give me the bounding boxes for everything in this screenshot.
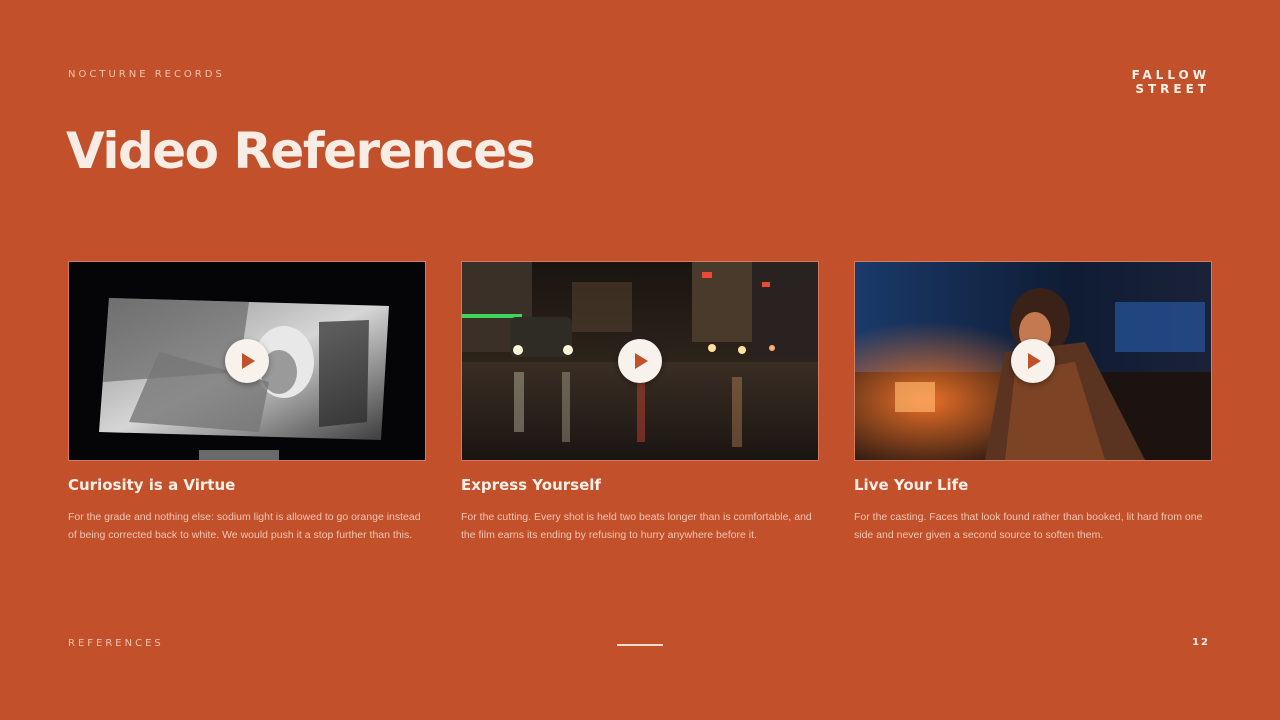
play-button[interactable] [225,339,269,383]
video-thumbnail[interactable] [854,261,1212,461]
video-card: Express Yourself For the cutting. Every … [461,261,819,544]
logo: FALLOW STREET [1132,68,1210,96]
video-thumbnail[interactable] [68,261,426,461]
logo-line-2: STREET [1135,82,1210,96]
section-label: REFERENCES [68,638,164,649]
footer-divider [617,644,663,646]
card-description: For the grade and nothing else: sodium l… [68,511,421,541]
play-icon [635,353,648,369]
page-title: Video References [66,122,535,180]
video-cards: Curiosity is a Virtue For the grade and … [68,261,1212,544]
play-button[interactable] [1011,339,1055,383]
card-title: Express Yourself [461,476,601,494]
play-button[interactable] [618,339,662,383]
logo-line-1: FALLOW [1131,68,1210,82]
page-number: 12 [1192,637,1210,648]
card-title: Curiosity is a Virtue [68,476,236,494]
video-thumbnail[interactable] [461,261,819,461]
play-icon [242,353,255,369]
video-card: Live Your Life For the casting. Faces th… [854,261,1212,544]
card-description: For the casting. Faces that look found r… [854,511,1203,541]
video-card: Curiosity is a Virtue For the grade and … [68,261,426,544]
card-description: For the cutting. Every shot is held two … [461,511,812,541]
play-icon [1028,353,1041,369]
brand-label: NOCTURNE RECORDS [68,69,225,80]
card-title: Live Your Life [854,476,969,494]
